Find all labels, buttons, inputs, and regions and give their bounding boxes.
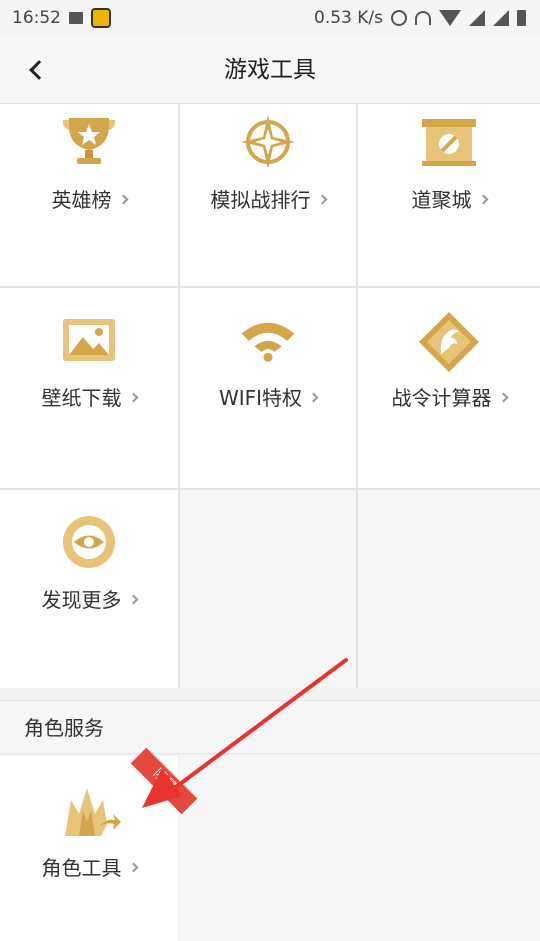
tool-battlepass-calculator[interactable]: 战令计算器 — [358, 288, 540, 488]
signal-icon — [493, 10, 509, 26]
tool-wallpaper-download[interactable]: 壁纸下载 — [0, 288, 178, 488]
tool-hero-ranking[interactable]: 英雄榜 — [0, 104, 178, 286]
tool-label: 模拟战排行 — [210, 188, 311, 212]
section-header: 角色服务 — [0, 700, 540, 754]
status-time: 16:52 — [12, 8, 61, 28]
headset-icon — [415, 11, 431, 25]
status-bar: 16:52 0.53 K/s — [0, 0, 540, 36]
signal-icon — [469, 10, 485, 26]
tool-label: 英雄榜 — [51, 188, 112, 212]
banner-icon — [419, 114, 479, 170]
empty-cell — [358, 490, 540, 688]
empty-area — [180, 756, 540, 941]
compass-star-icon — [238, 114, 298, 170]
dragon-diamond-icon — [417, 310, 481, 374]
tools-grid: 英雄榜 模拟战排行 道聚城 壁纸下载 WIFI特权 战令计算器 发现更多 — [0, 104, 540, 688]
tool-label: 道聚城 — [411, 188, 472, 212]
alarm-icon — [391, 10, 407, 26]
page-title: 游戏工具 — [224, 57, 316, 83]
trophy-icon — [59, 114, 119, 170]
tool-label: 战令计算器 — [391, 386, 492, 410]
crown-arrow-icon — [57, 780, 121, 840]
battery-icon — [517, 10, 526, 26]
tool-wifi-privilege[interactable]: WIFI特权 — [180, 288, 356, 488]
back-button[interactable] — [16, 50, 56, 90]
tool-simulation-ranking[interactable]: 模拟战排行 — [180, 104, 356, 286]
eye-icon — [59, 514, 119, 570]
tool-label: 角色工具 — [41, 856, 122, 880]
chevron-right-icon — [498, 392, 508, 403]
wifi-icon — [238, 312, 298, 368]
network-speed: 0.53 K/s — [314, 8, 383, 28]
chevron-right-icon — [308, 392, 319, 403]
section-title: 角色服务 — [24, 716, 104, 740]
tool-label: 壁纸下载 — [41, 386, 122, 410]
tool-discover-more[interactable]: 发现更多 — [0, 490, 178, 688]
nav-header: 游戏工具 — [0, 36, 540, 104]
chevron-right-icon — [128, 392, 138, 403]
image-icon — [69, 12, 83, 24]
app-icon — [91, 8, 111, 28]
tool-daojucheng[interactable]: 道聚城 — [358, 104, 540, 286]
chevron-right-icon — [478, 194, 488, 205]
tool-label: WIFI特权 — [218, 386, 303, 410]
chevron-right-icon — [128, 594, 138, 605]
tool-label: 发现更多 — [41, 588, 122, 612]
empty-cell — [180, 490, 356, 688]
picture-icon — [59, 312, 119, 368]
chevron-right-icon — [128, 862, 138, 873]
wifi-icon — [439, 10, 461, 26]
chevron-right-icon — [118, 194, 128, 205]
chevron-left-icon — [29, 60, 49, 80]
chevron-right-icon — [317, 194, 327, 205]
